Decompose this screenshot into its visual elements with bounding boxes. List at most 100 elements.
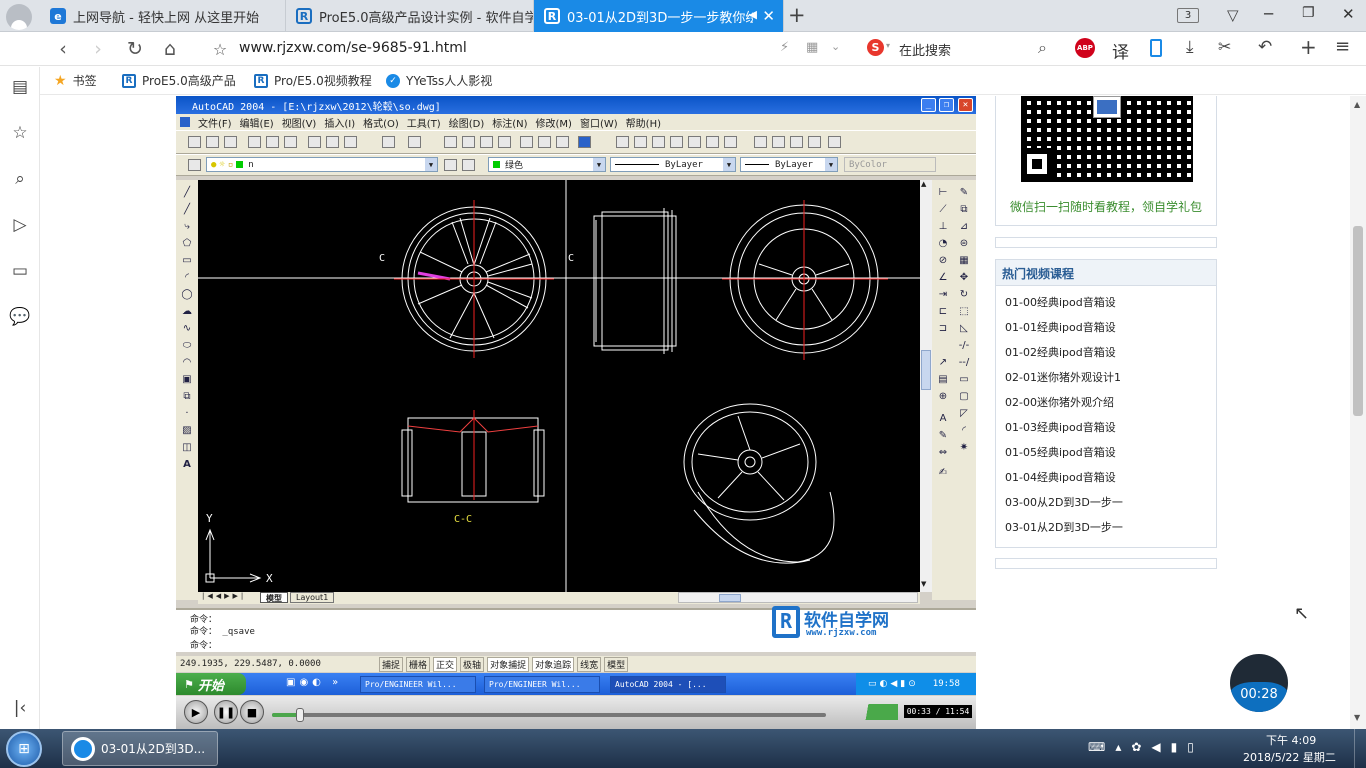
chamfer-icon[interactable]: ◸ (958, 407, 970, 419)
open-icon[interactable] (206, 136, 219, 148)
layout-nav-arrows[interactable]: |◀◀▶▶| (202, 592, 246, 600)
cad-menu-modify[interactable]: 修改(M) (536, 115, 572, 130)
scale-icon[interactable]: ⬚ (958, 305, 970, 317)
course-link-2[interactable]: 01-01经典ipod音箱设 (1005, 319, 1116, 335)
course-link-1[interactable]: 01-00经典ipod音箱设 (1005, 294, 1116, 310)
bookmark-root[interactable]: ★ 书签 (54, 72, 97, 89)
xp-task-proe-1[interactable]: Pro/ENGINEER Wil... (360, 676, 476, 693)
search-engine-arrow-icon[interactable]: ▾ (886, 41, 890, 50)
video-camera-icon[interactable]: ▭ (9, 260, 31, 282)
layer-select[interactable]: ● ☼ ▫ n ▼ (206, 157, 438, 172)
bookmark-proe-video[interactable]: R Pro/E5.0视频教程 (254, 72, 372, 89)
cad-menu-dimension[interactable]: 标注(N) (492, 115, 527, 130)
status-lineweight[interactable]: 线宽 (577, 656, 602, 672)
dim-angular-icon[interactable]: ∠ (937, 271, 949, 283)
page-scrollbar[interactable]: ▲ ▼ (1350, 96, 1366, 729)
linetype-select[interactable]: ByLayer ▼ (610, 157, 736, 172)
xline-tool-icon[interactable]: ╱ (181, 203, 193, 215)
cad-menu-file[interactable]: 文件(F) (198, 115, 232, 130)
chat-icon[interactable]: 💬 (9, 306, 31, 328)
cad-vertical-scrollbar[interactable]: ▲ ▼ (920, 180, 932, 592)
cad-menu-edit[interactable]: 编辑(E) (240, 115, 274, 130)
xp-quicklaunch-icons[interactable]: ▣◉◐ » (286, 677, 342, 688)
properties-icon[interactable] (520, 136, 533, 148)
back-icon[interactable]: ‹ (51, 37, 75, 61)
fillet-icon[interactable]: ◜ (958, 424, 970, 436)
collapse-sidebar-icon[interactable]: |‹ (9, 697, 31, 719)
ellipse-arc-tool-icon[interactable]: ◠ (181, 356, 193, 368)
xp-start-button[interactable]: ⚑ 开始 (176, 673, 246, 695)
close-tab-icon[interactable]: ✕ (762, 7, 775, 25)
layer-manager-icon[interactable] (188, 159, 201, 171)
dim-radius-icon[interactable]: ◔ (937, 237, 949, 249)
taskbar-browser-task[interactable]: 03-01从2D到3D... (62, 731, 218, 766)
tolerance-icon[interactable]: ▤ (937, 373, 949, 385)
chevron-down-icon[interactable]: ⌄ (831, 40, 840, 53)
cad-horizontal-scrollbar[interactable] (678, 592, 918, 603)
break2-icon[interactable]: ▢ (958, 390, 970, 402)
cad-menu-help[interactable]: 帮助(H) (626, 115, 661, 130)
layer-match-icon[interactable] (462, 159, 475, 171)
copy-object-icon[interactable]: ⧉ (958, 203, 970, 215)
cad-menu-tools[interactable]: 工具(T) (407, 115, 441, 130)
status-ortho[interactable]: 正交 (433, 656, 458, 672)
cad-menu-format[interactable]: 格式(O) (363, 115, 399, 130)
tab-active-video[interactable]: R 03-01从2D到3D一步一步教你绘 ◀ ✕ (534, 0, 784, 32)
dim-text-edit-icon[interactable]: ✎ (937, 429, 949, 441)
seek-thumb[interactable] (295, 708, 304, 722)
course-link-7[interactable]: 01-05经典ipod音箱设 (1005, 444, 1116, 460)
lineweight-select[interactable]: ByLayer ▼ (740, 157, 838, 172)
home-icon[interactable]: ⌂ (158, 37, 182, 61)
insert-block-tool-icon[interactable]: ▣ (181, 373, 193, 385)
show-desktop-button[interactable] (1354, 729, 1366, 768)
tab-count-badge[interactable]: 3 (1177, 8, 1199, 23)
pline-tool-icon[interactable]: ⤷ (181, 220, 193, 232)
mtext-tool-icon[interactable]: A (181, 458, 193, 470)
view-front-icon[interactable] (634, 136, 647, 148)
course-link-9[interactable]: 03-00从2D到3D一步一 (1005, 494, 1123, 510)
cad-menu-window[interactable]: 窗口(W) (580, 115, 618, 130)
rotate-icon[interactable]: ↻ (958, 288, 970, 300)
course-link-6[interactable]: 01-03经典ipod音箱设 (1005, 419, 1116, 435)
layer-prev-icon[interactable] (444, 159, 457, 171)
dim-baseline-icon[interactable]: ⊏ (937, 305, 949, 317)
scroll-up-arrow-icon[interactable]: ▲ (1354, 100, 1360, 109)
menu-icon[interactable]: ≡ (1335, 36, 1350, 57)
view-top-icon[interactable] (616, 136, 629, 148)
search-icon[interactable]: ⌕ (1038, 38, 1047, 58)
play-button[interactable]: ▶ (184, 700, 208, 724)
shade3-icon[interactable] (790, 136, 803, 148)
move-icon[interactable]: ✥ (958, 271, 970, 283)
cad-drawing-area[interactable]: C C C-C X Y (198, 180, 920, 592)
status-snap[interactable]: 捕捉 (379, 656, 404, 672)
lightning-icon[interactable]: ⚡ (780, 40, 789, 55)
close-window-icon[interactable]: ✕ (1342, 5, 1355, 23)
translate-icon[interactable]: 译 (1112, 38, 1129, 63)
status-polar[interactable]: 极轴 (460, 656, 485, 672)
array-icon[interactable]: ▦ (958, 254, 970, 266)
orbit-icon[interactable] (828, 136, 841, 148)
view-left-icon[interactable] (652, 136, 665, 148)
url-field[interactable]: www.rjzxw.com/se-9685-91.html (239, 40, 467, 56)
pan-icon[interactable] (444, 136, 457, 148)
scroll-thumb[interactable] (921, 350, 931, 390)
ellipse-tool-icon[interactable]: ⬭ (181, 339, 193, 351)
course-link-10[interactable]: 03-01从2D到3D一步一 (1005, 519, 1123, 535)
scroll-up-arrow-icon[interactable]: ▲ (921, 180, 926, 188)
zoom-icon[interactable] (462, 136, 475, 148)
course-link-8[interactable]: 01-04经典ipod音箱设 (1005, 469, 1116, 485)
tray-icons[interactable]: ▭◐◀▮⊙ (868, 679, 919, 689)
cad-close-icon[interactable]: ✕ (958, 98, 973, 112)
dim-diameter-icon[interactable]: ⊘ (937, 254, 949, 266)
revcloud-tool-icon[interactable]: ☁ (181, 305, 193, 317)
zoom-window-icon[interactable] (480, 136, 493, 148)
search-icon[interactable]: ⌕ (9, 168, 31, 190)
hatch-tool-icon[interactable]: ▨ (181, 424, 193, 436)
speaker-icon[interactable]: ◀ (749, 8, 757, 21)
paste-icon[interactable] (344, 136, 357, 148)
bookmark-yyets[interactable]: ✓ YYeTss人人影视 (386, 72, 492, 89)
shade-icon[interactable] (754, 136, 767, 148)
xp-task-autocad[interactable]: AutoCAD 2004 - [... (610, 676, 726, 693)
erase-icon[interactable]: ✎ (958, 186, 970, 198)
trim-icon[interactable]: -/- (958, 339, 970, 351)
